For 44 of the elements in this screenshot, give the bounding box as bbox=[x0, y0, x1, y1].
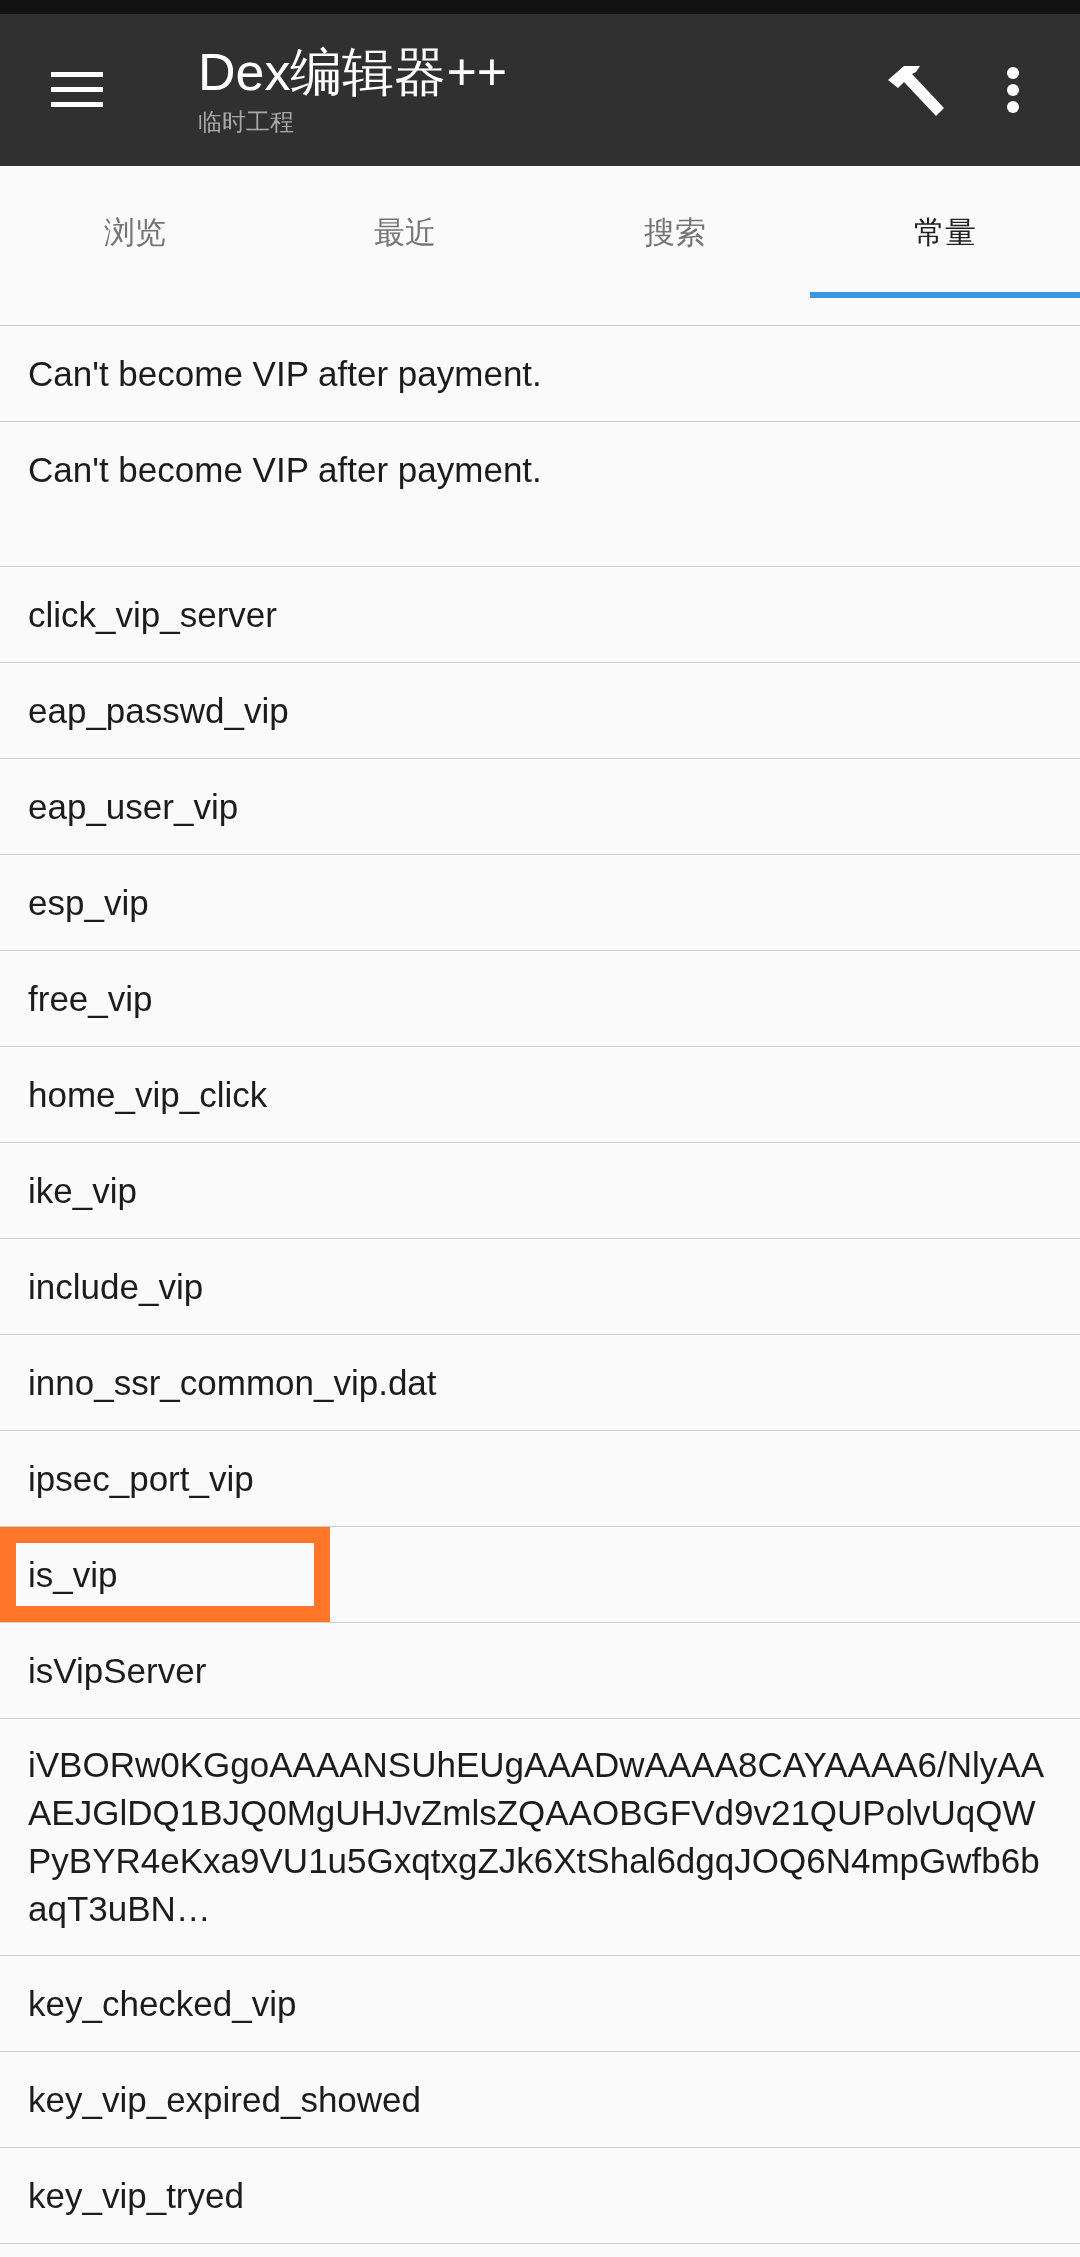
tab[interactable]: 搜索 bbox=[540, 166, 810, 298]
tab[interactable]: 浏览 bbox=[0, 166, 270, 298]
constant-row[interactable]: ike_vip bbox=[0, 1143, 1080, 1239]
constant-text: ike_vip bbox=[28, 1169, 137, 1212]
constant-text: free_vip bbox=[28, 977, 153, 1020]
constant-text: eap_passwd_vip bbox=[28, 689, 289, 732]
constant-text: ipsec_port_vip bbox=[28, 1457, 254, 1500]
constant-text: is_vip bbox=[28, 1553, 118, 1596]
constant-row[interactable]: isVipServer bbox=[0, 1623, 1080, 1719]
constant-row[interactable]: eap_passwd_vip bbox=[0, 663, 1080, 759]
constant-row[interactable]: include_vip bbox=[0, 1239, 1080, 1335]
constant-row[interactable]: Can't become VIP after payment. bbox=[0, 326, 1080, 422]
constant-text: key_checked_vip bbox=[28, 1982, 297, 2025]
constant-row[interactable]: iVBORw0KGgoAAAANSUhEUgAAADwAAAA8CAYAAAA6/NlyAAAEJGlDQ1BJQ0MgUHJvZmlsZQAAOBGFVd9v21QUPolvUqQWPyBYR4eKxa9VU1u5GxqtxgZJk6XtShal6dgqJOQ6N4mpGwfb6baqT3uBN… bbox=[0, 1719, 1080, 1956]
constant-row[interactable]: eap_user_vip bbox=[0, 759, 1080, 855]
constant-text: include_vip bbox=[28, 1265, 204, 1308]
constant-row[interactable]: home_vip_click bbox=[0, 1047, 1080, 1143]
constant-text: Can't become VIP after payment. bbox=[28, 352, 542, 395]
constant-row[interactable]: free_vip bbox=[0, 951, 1080, 1047]
more-options-icon[interactable] bbox=[1006, 66, 1020, 114]
app-title: Dex编辑器++ bbox=[198, 42, 509, 102]
constant-text: isVipServer bbox=[28, 1649, 207, 1692]
constant-row[interactable]: key_checked_vip bbox=[0, 1956, 1080, 2052]
constant-row[interactable]: key_vip_expired_showed bbox=[0, 2052, 1080, 2148]
constant-text: esp_vip bbox=[28, 881, 149, 924]
constant-text: inno_ssr_common_vip.dat bbox=[28, 1361, 437, 1404]
constant-text: iVBORw0KGgoAAAANSUhEUgAAADwAAAA8CAYAAAA6/NlyAAAEJGlDQ1BJQ0MgUHJvZmlsZQAAOBGFVd9v21QUPolvUqQWPyBYR4eKxa9VU1u5GxqtxgZJk6XtShal6dgqJOQ6N4mpGwfb6baqT3uBN… bbox=[28, 1744, 1046, 1930]
constant-text: eap_user_vip bbox=[28, 785, 239, 828]
constant-text: Can't become VIP after payment. bbox=[28, 449, 542, 491]
constant-row[interactable]: esp_vip bbox=[0, 855, 1080, 951]
constant-row[interactable]: ipsec_port_vip bbox=[0, 1431, 1080, 1527]
constant-row[interactable]: Can't become VIP after payment. bbox=[0, 422, 1080, 567]
constant-row[interactable]: inno_ssr_common_vip.dat bbox=[0, 1335, 1080, 1431]
constant-text: key_vip_tryed bbox=[28, 2174, 244, 2217]
constant-row[interactable]: key_vip_tryed bbox=[0, 2148, 1080, 2244]
constant-text: home_vip_click bbox=[28, 1073, 268, 1116]
constant-text: click_vip_server bbox=[28, 593, 277, 636]
tab[interactable]: 最近 bbox=[270, 166, 540, 298]
constant-row[interactable]: click_vip_server bbox=[0, 567, 1080, 663]
tab[interactable]: 常量 bbox=[810, 166, 1080, 298]
constant-row[interactable]: is_vip bbox=[0, 1527, 1080, 1623]
project-subtitle: 临时工程 bbox=[198, 107, 295, 138]
constant-text: key_vip_expired_showed bbox=[28, 2078, 422, 2121]
menu-icon[interactable] bbox=[51, 70, 103, 110]
